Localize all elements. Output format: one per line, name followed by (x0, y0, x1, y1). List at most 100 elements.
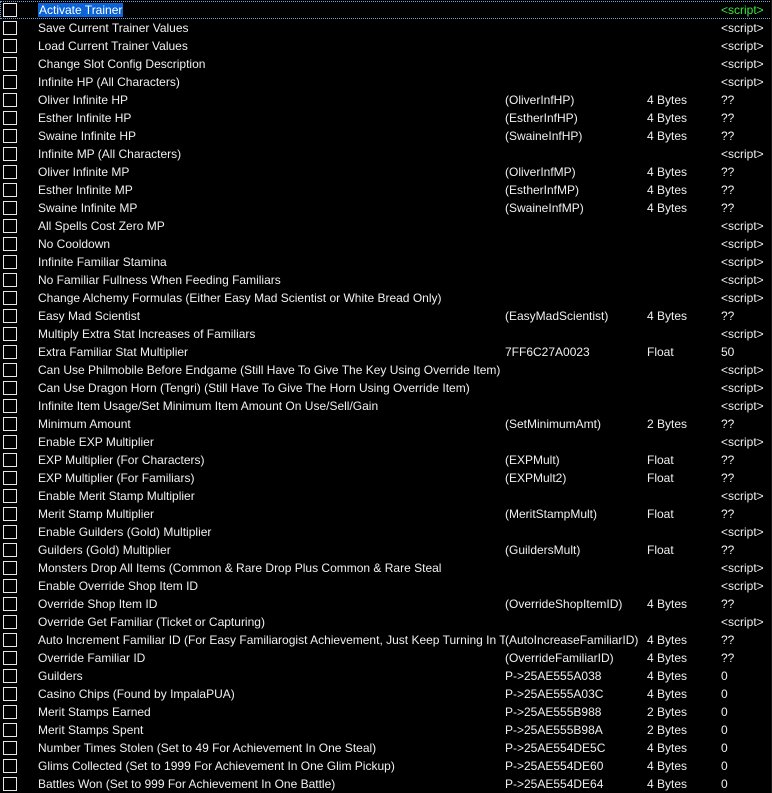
entry-description[interactable]: Override Shop Item ID (38, 595, 505, 613)
entry-type[interactable]: Float (647, 541, 721, 559)
entry-address[interactable]: (OliverInfMP) (505, 163, 647, 181)
entry-address[interactable] (505, 433, 647, 451)
entry-address[interactable] (505, 613, 647, 631)
entry-address[interactable]: (OliverInfHP) (505, 91, 647, 109)
table-row[interactable]: Glims Collected (Set to 1999 For Achieve… (0, 757, 772, 775)
table-row[interactable]: Esther Infinite MP (EstherInfMP) 4 Bytes?? (0, 181, 772, 199)
table-row[interactable]: Load Current Trainer Values <script> (0, 37, 772, 55)
entry-type[interactable]: 4 Bytes (647, 667, 721, 685)
entry-value[interactable]: <script> (721, 289, 772, 307)
table-row[interactable]: Can Use Philmobile Before Endgame (Still… (0, 361, 772, 379)
entry-type[interactable]: Float (647, 343, 721, 361)
entry-address[interactable]: P->25AE554DE60 (505, 757, 647, 775)
entry-value[interactable]: ?? (721, 505, 772, 523)
active-checkbox[interactable] (3, 183, 17, 197)
entry-type[interactable] (647, 253, 721, 271)
entry-type[interactable] (647, 235, 721, 253)
entry-description[interactable]: Oliver Infinite HP (38, 91, 505, 109)
entry-value[interactable]: ?? (721, 91, 772, 109)
entry-value[interactable]: <script> (721, 613, 772, 631)
entry-address[interactable]: (EasyMadScientist) (505, 307, 647, 325)
entry-type[interactable]: 4 Bytes (647, 127, 721, 145)
entry-address[interactable]: P->25AE554DE64 (505, 775, 647, 793)
entry-type[interactable]: 4 Bytes (647, 109, 721, 127)
entry-description[interactable]: EXP Multiplier (For Characters) (38, 451, 505, 469)
entry-description[interactable]: Extra Familiar Stat Multiplier (38, 343, 505, 361)
table-row[interactable]: Guilders (Gold) Multiplier (GuildersMult)… (0, 541, 772, 559)
entry-description[interactable]: Override Get Familiar (Ticket or Capturi… (38, 613, 505, 631)
active-checkbox[interactable] (3, 3, 17, 17)
table-row[interactable]: Oliver Infinite MP (OliverInfMP) 4 Bytes?? (0, 163, 772, 181)
entry-description[interactable]: EXP Multiplier (For Familiars) (38, 469, 505, 487)
entry-address[interactable] (505, 253, 647, 271)
entry-address[interactable]: (EstherInfHP) (505, 109, 647, 127)
entry-type[interactable]: 4 Bytes (647, 739, 721, 757)
entry-description[interactable]: Merit Stamp Multiplier (38, 505, 505, 523)
entry-type[interactable] (647, 217, 721, 235)
active-checkbox[interactable] (3, 453, 17, 467)
active-checkbox[interactable] (3, 597, 17, 611)
entry-value[interactable]: ?? (721, 469, 772, 487)
active-checkbox[interactable] (3, 435, 17, 449)
entry-value[interactable]: ?? (721, 127, 772, 145)
table-row[interactable]: EXP Multiplier (For Characters) (EXPMult)… (0, 451, 772, 469)
entry-description[interactable]: All Spells Cost Zero MP (38, 217, 505, 235)
table-row[interactable]: No Cooldown <script> (0, 235, 772, 253)
entry-value[interactable]: <script> (721, 19, 772, 37)
entry-address[interactable] (505, 523, 647, 541)
active-checkbox[interactable] (3, 543, 17, 557)
entry-address[interactable]: (EXPMult2) (505, 469, 647, 487)
entry-description[interactable]: Casino Chips (Found by ImpalaPUA) (38, 685, 505, 703)
entry-type[interactable] (647, 577, 721, 595)
entry-description[interactable]: Number Times Stolen (Set to 49 For Achie… (38, 739, 505, 757)
entry-address[interactable] (505, 19, 647, 37)
active-checkbox[interactable] (3, 525, 17, 539)
entry-address[interactable]: 7FF6C27A0023 (505, 343, 647, 361)
entry-type[interactable]: 4 Bytes (647, 595, 721, 613)
active-checkbox[interactable] (3, 273, 17, 287)
entry-value[interactable]: <script> (721, 397, 772, 415)
active-checkbox[interactable] (3, 39, 17, 53)
entry-value[interactable]: <script> (721, 253, 772, 271)
entry-type[interactable] (647, 73, 721, 91)
active-checkbox[interactable] (3, 777, 17, 791)
entry-value[interactable]: 0 (721, 667, 772, 685)
active-checkbox[interactable] (3, 399, 17, 413)
active-checkbox[interactable] (3, 75, 17, 89)
entry-description[interactable]: Glims Collected (Set to 1999 For Achieve… (38, 757, 505, 775)
entry-type[interactable]: 4 Bytes (647, 631, 721, 649)
entry-address[interactable]: P->25AE555B98A (505, 721, 647, 739)
entry-value[interactable]: ?? (721, 181, 772, 199)
table-row[interactable]: Number Times Stolen (Set to 49 For Achie… (0, 739, 772, 757)
entry-value[interactable]: 0 (721, 703, 772, 721)
entry-address[interactable]: (SetMinimumAmt) (505, 415, 647, 433)
entry-type[interactable] (647, 523, 721, 541)
table-row[interactable]: Infinite Item Usage/Set Minimum Item Amo… (0, 397, 772, 415)
entry-value[interactable]: ?? (721, 415, 772, 433)
entry-description[interactable]: Monsters Drop All Items (Common & Rare D… (38, 559, 505, 577)
active-checkbox[interactable] (3, 561, 17, 575)
entry-description[interactable]: Swaine Infinite MP (38, 199, 505, 217)
entry-value[interactable]: <script> (721, 235, 772, 253)
table-row[interactable]: Merit Stamps Earned P->25AE555B988 2 Bytes… (0, 703, 772, 721)
active-checkbox[interactable] (3, 309, 17, 323)
entry-description[interactable]: Can Use Philmobile Before Endgame (Still… (38, 361, 505, 379)
entry-description[interactable]: Activate Trainer (38, 1, 505, 19)
entry-type[interactable] (647, 325, 721, 343)
active-checkbox[interactable] (3, 57, 17, 71)
active-checkbox[interactable] (3, 93, 17, 107)
active-checkbox[interactable] (3, 507, 17, 521)
entry-type[interactable]: 4 Bytes (647, 307, 721, 325)
entry-address[interactable] (505, 73, 647, 91)
entry-description[interactable]: Infinite Familiar Stamina (38, 253, 505, 271)
entry-description[interactable]: Load Current Trainer Values (38, 37, 505, 55)
entry-description[interactable]: Guilders (Gold) Multiplier (38, 541, 505, 559)
entry-address[interactable] (505, 325, 647, 343)
entry-description[interactable]: Esther Infinite MP (38, 181, 505, 199)
entry-type[interactable]: 4 Bytes (647, 775, 721, 793)
active-checkbox[interactable] (3, 201, 17, 215)
entry-value[interactable]: ?? (721, 541, 772, 559)
table-row[interactable]: Change Alchemy Formulas (Either Easy Mad… (0, 289, 772, 307)
table-row[interactable]: Easy Mad Scientist (EasyMadScientist) 4 By… (0, 307, 772, 325)
entry-description[interactable]: No Cooldown (38, 235, 505, 253)
